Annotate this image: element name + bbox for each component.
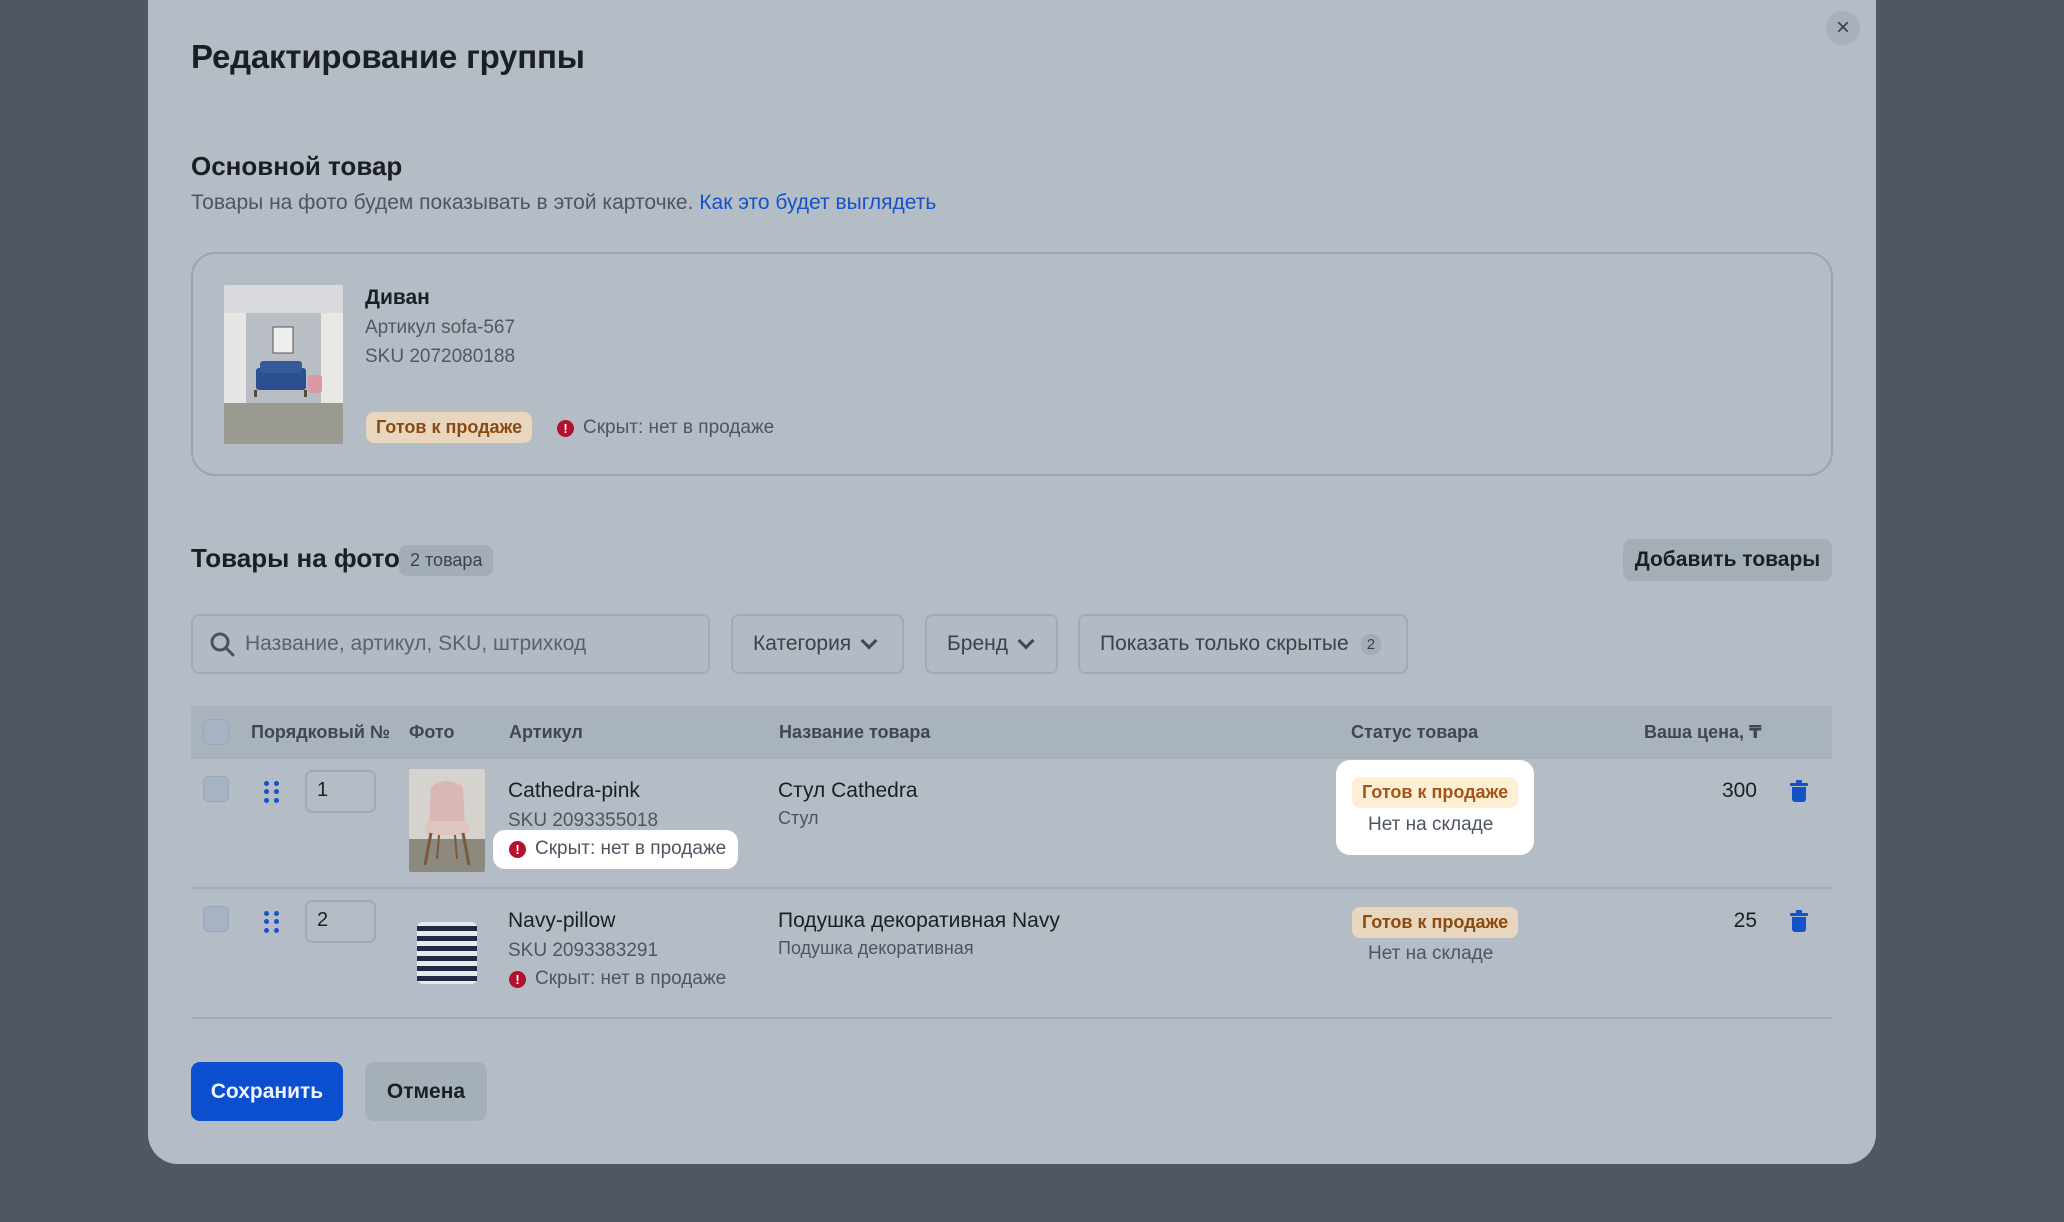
brand-filter[interactable]: Бренд <box>925 614 1058 674</box>
alert-icon: ! <box>509 840 526 858</box>
search-field[interactable] <box>191 614 710 674</box>
chevron-down-icon <box>860 632 878 650</box>
row-divider <box>191 887 1832 889</box>
show-hidden-filter[interactable]: Показать только скрытые 2 <box>1078 614 1408 674</box>
main-hidden-text: Скрыт: нет в продаже <box>583 417 775 438</box>
search-icon <box>210 632 235 657</box>
row-status-badge: Готов к продаже <box>1352 907 1519 938</box>
row-checkbox[interactable] <box>203 776 229 802</box>
order-input[interactable]: 1 <box>305 770 376 813</box>
chair-photo <box>409 769 485 872</box>
row-hidden-note: ! Скрыт: нет в продаже <box>509 838 726 860</box>
row-sku: SKU 2093383291 <box>508 940 659 961</box>
main-product-sku: SKU 2072080188 <box>365 346 516 367</box>
subtitle-text: Товары на фото будем показывать в этой к… <box>191 191 694 214</box>
row-product-name: Стул Cathedra <box>778 779 918 802</box>
category-filter[interactable]: Категория <box>731 614 904 674</box>
close-icon[interactable]: × <box>1826 11 1860 45</box>
products-count-badge: 2 товара <box>399 545 494 576</box>
row-product-category: Стул <box>778 808 819 828</box>
trash-icon[interactable] <box>1790 910 1808 932</box>
col-price: Ваша цена, ₸ <box>1644 722 1762 742</box>
row-stock-status: Нет на складе <box>1368 814 1494 835</box>
col-photo: Фото <box>409 722 455 742</box>
row-price: 300 <box>1721 779 1757 802</box>
alert-icon: ! <box>509 970 526 988</box>
trash-icon[interactable] <box>1790 780 1808 802</box>
modal-title: Редактирование группы <box>191 38 585 75</box>
drag-handle-icon[interactable] <box>264 911 280 933</box>
preview-link[interactable]: Как это будет выглядеть <box>699 191 936 214</box>
hidden-count-badge: 2 <box>1360 633 1382 655</box>
row-article: Cathedra-pink <box>508 779 640 802</box>
search-input[interactable] <box>245 632 685 656</box>
main-product-title: Основной товар <box>191 151 403 181</box>
category-filter-label: Категория <box>753 632 852 655</box>
select-all-checkbox[interactable] <box>203 719 229 745</box>
row-checkbox[interactable] <box>203 906 229 932</box>
alert-icon: ! <box>557 419 574 437</box>
brand-filter-label: Бренд <box>947 632 1008 655</box>
row-hidden-text: Скрыт: нет в продаже <box>535 838 727 859</box>
main-hidden-note: ! Скрыт: нет в продаже <box>557 417 774 439</box>
row-stock-status: Нет на складе <box>1368 943 1494 964</box>
add-products-button[interactable]: Добавить товары <box>1623 539 1832 581</box>
row-status-badge: Готов к продаже <box>1352 777 1519 808</box>
save-button[interactable]: Сохранить <box>191 1062 343 1121</box>
row-divider <box>191 1017 1832 1019</box>
drag-handle-icon[interactable] <box>264 781 280 803</box>
row-price: 25 <box>1733 909 1757 932</box>
sofa-photo <box>224 285 343 444</box>
row-product-name: Подушка декоративная Navy <box>778 909 1060 932</box>
show-hidden-label: Показать только скрытые <box>1100 632 1349 655</box>
main-product-article: Артикул sofa-567 <box>365 317 516 338</box>
edit-group-modal <box>148 0 1876 1164</box>
pillow-photo <box>409 900 485 1003</box>
cancel-button[interactable]: Отмена <box>365 1062 487 1121</box>
col-order: Порядковый № <box>251 722 390 742</box>
row-product-category: Подушка декоративная <box>778 938 974 958</box>
main-product-subtitle: Товары на фото будем показывать в этой к… <box>191 191 936 215</box>
chevron-down-icon <box>1017 632 1035 650</box>
order-input[interactable]: 2 <box>305 900 376 943</box>
col-status: Статус товара <box>1351 722 1479 742</box>
main-product-name: Диван <box>365 286 430 309</box>
col-name: Название товара <box>779 722 931 742</box>
main-status-badge: Готов к продаже <box>366 412 533 443</box>
row-hidden-note: ! Скрыт: нет в продаже <box>509 968 726 990</box>
col-article: Артикул <box>509 722 583 742</box>
row-sku: SKU 2093355018 <box>508 810 659 831</box>
row-hidden-text: Скрыт: нет в продаже <box>535 968 727 989</box>
table-header: Порядковый № Фото Артикул Название товар… <box>191 706 1832 759</box>
row-article: Navy-pillow <box>508 909 616 932</box>
photo-products-title: Товары на фото <box>191 543 400 573</box>
